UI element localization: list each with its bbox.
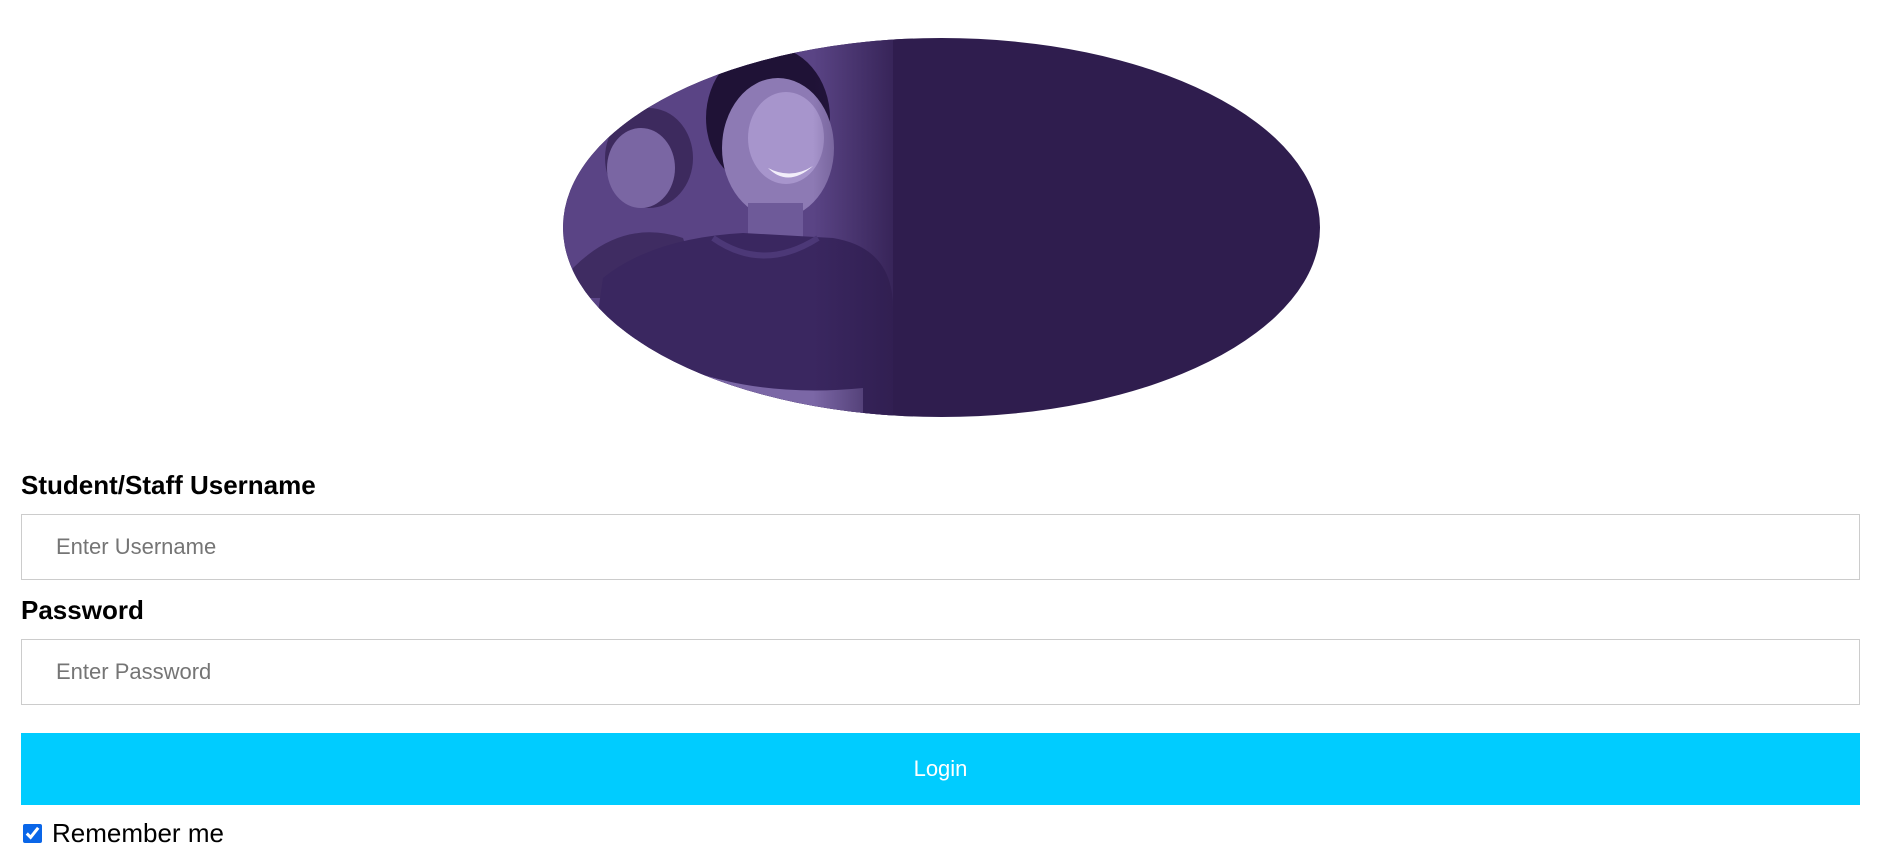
hero-image (563, 38, 1320, 417)
password-input[interactable] (21, 639, 1860, 705)
login-button[interactable]: Login (21, 733, 1860, 805)
remember-me-row: Remember me (21, 818, 224, 848)
remember-me-checkbox[interactable] (23, 823, 42, 843)
username-input[interactable] (21, 514, 1860, 580)
remember-me-label[interactable]: Remember me (52, 818, 224, 848)
password-label: Password (21, 595, 144, 625)
username-label: Student/Staff Username (21, 470, 316, 500)
hero-image-graphic (563, 38, 1320, 417)
